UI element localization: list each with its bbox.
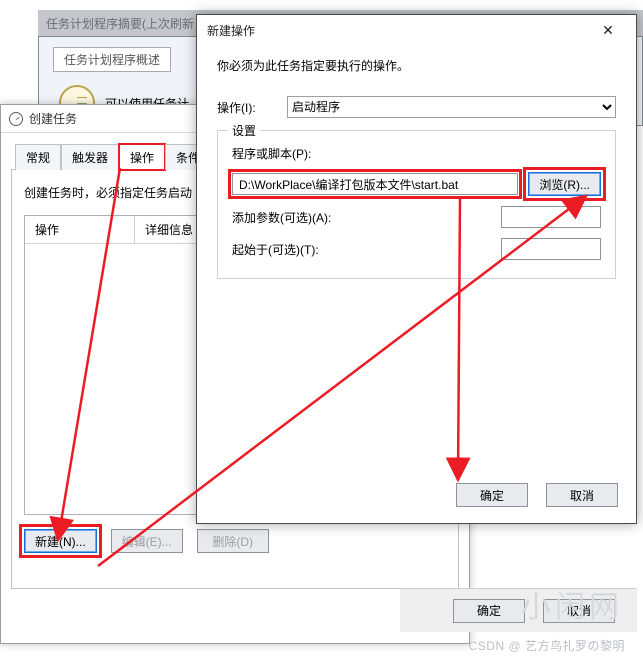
args-input[interactable]	[501, 206, 601, 228]
browse-button[interactable]: 浏览(R)...	[528, 172, 601, 196]
startin-input[interactable]	[501, 238, 601, 260]
settings-group: 设置 程序或脚本(P): 浏览(R)... 添加参数(可选)(A): 起始于(可…	[217, 130, 616, 279]
create-task-cancel-button[interactable]: 取消	[543, 599, 615, 623]
tab-actions[interactable]: 操作	[119, 144, 165, 170]
args-label: 添加参数(可选)(A):	[232, 209, 352, 226]
action-type-select[interactable]: 启动程序	[287, 96, 616, 118]
close-icon[interactable]: ✕	[590, 20, 626, 40]
settings-legend: 设置	[228, 122, 260, 139]
new-action-title: 新建操作	[207, 22, 255, 39]
tab-triggers[interactable]: 触发器	[61, 144, 119, 170]
new-action-hint: 你必须为此任务指定要执行的操作。	[217, 57, 616, 74]
create-task-title: 创建任务	[29, 110, 77, 127]
create-task-footer: 确定 取消	[400, 588, 637, 632]
delete-action-button: 删除(D)	[197, 529, 269, 553]
new-action-ok-button[interactable]: 确定	[456, 483, 528, 507]
new-action-button[interactable]: 新建(N)...	[24, 529, 97, 553]
create-task-ok-button[interactable]: 确定	[453, 599, 525, 623]
watermark-line: CSDN @ 艺方鸟扎罗の黎明	[469, 637, 625, 654]
new-action-dialog: 新建操作 ✕ 你必须为此任务指定要执行的操作。 操作(I): 启动程序 设置 程…	[196, 14, 637, 524]
clock-small-icon	[9, 112, 23, 126]
col-action[interactable]: 操作	[25, 216, 135, 243]
new-action-cancel-button[interactable]: 取消	[546, 483, 618, 507]
mmc-overview-title: 任务计划程序概述	[53, 47, 171, 72]
action-type-label: 操作(I):	[217, 99, 277, 116]
startin-label: 起始于(可选)(T):	[232, 241, 352, 258]
tab-general[interactable]: 常规	[15, 144, 61, 170]
program-label: 程序或脚本(P):	[232, 145, 601, 162]
edit-action-button: 编辑(E)...	[111, 529, 183, 553]
new-action-titlebar[interactable]: 新建操作 ✕	[197, 15, 636, 45]
program-path-input[interactable]	[232, 173, 518, 195]
